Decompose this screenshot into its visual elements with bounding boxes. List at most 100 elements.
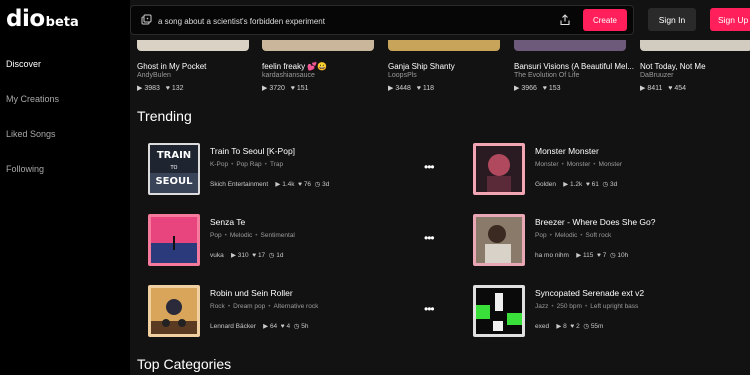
clock-icon: ◷ — [602, 181, 609, 188]
genre-tag[interactable]: Pop — [210, 232, 222, 239]
search-input[interactable] — [158, 13, 538, 29]
song-artist[interactable]: LoopsPls — [388, 72, 417, 79]
share-icon[interactable] — [559, 14, 571, 26]
tag-separator: • — [227, 303, 231, 310]
song-artwork[interactable] — [148, 285, 200, 337]
song-artwork[interactable] — [473, 214, 525, 266]
sign-up-button[interactable]: Sign Up — [710, 8, 750, 31]
sidebar-item-liked-songs[interactable]: Liked Songs — [6, 129, 56, 139]
more-dots-icon[interactable]: ••• — [424, 231, 435, 245]
genre-tag[interactable]: 250 bpm — [557, 303, 582, 310]
like-count: 153 — [548, 85, 561, 92]
genre-tag[interactable]: Monster — [567, 161, 590, 168]
song-artwork[interactable] — [148, 214, 200, 266]
sidebar: diobeta Discover My Creations Liked Song… — [0, 0, 130, 375]
play-icon: ▶ — [576, 252, 582, 259]
like-count: 7 — [602, 252, 607, 259]
song-title[interactable]: Senza Te — [210, 217, 245, 227]
song-artist[interactable]: The Evolution Of Life — [514, 72, 579, 79]
like-count: 118 — [422, 85, 435, 92]
song-title[interactable]: feelin freaky 💕😀 — [262, 62, 327, 71]
more-dots-icon[interactable]: ••• — [424, 302, 435, 316]
song-artist[interactable]: exed — [535, 323, 549, 330]
sidebar-item-my-creations[interactable]: My Creations — [6, 94, 59, 104]
song-age: 55m — [590, 323, 604, 330]
genre-tags: Pop • Melodic • Soft rock — [535, 232, 611, 239]
create-button[interactable]: Create — [583, 9, 627, 31]
song-age: 5h — [301, 323, 309, 330]
genre-tags: Monster • Monster • Monster — [535, 161, 622, 168]
genre-tag[interactable]: Melodic — [555, 232, 577, 239]
song-title[interactable]: Breezer - Where Does She Go? — [535, 217, 655, 227]
genre-tag[interactable]: Melodic — [230, 232, 252, 239]
sidebar-footer — [0, 360, 130, 375]
clock-icon: ◷ — [609, 252, 616, 259]
sidebar-item-following[interactable]: Following — [6, 164, 44, 174]
tag-separator: • — [264, 161, 267, 168]
tag-separator: • — [224, 232, 227, 239]
genre-tag[interactable]: Sentimental — [261, 232, 295, 239]
song-artwork[interactable] — [473, 143, 525, 195]
genre-tag[interactable]: Jazz — [535, 303, 548, 310]
trending-heading: Trending — [137, 108, 192, 124]
song-title[interactable]: Ganja Ship Shanty — [388, 62, 455, 71]
song-artist[interactable]: ha mo nihm — [535, 252, 569, 259]
genre-tag[interactable]: Pop — [535, 232, 547, 239]
song-title[interactable]: Monster Monster — [535, 146, 599, 156]
tag-separator: • — [551, 303, 554, 310]
play-icon: ▶ — [262, 85, 268, 92]
song-meta: Lennard Bäcker ▶ 64 ♥ 4 ◷ 5h — [210, 322, 308, 330]
genre-tag[interactable]: Monster — [599, 161, 622, 168]
heart-icon: ♥ — [416, 85, 421, 92]
play-count: 1.4k — [282, 181, 295, 188]
song-artist[interactable]: Lennard Bäcker — [210, 323, 256, 330]
genre-tag[interactable]: Dream pop — [233, 303, 265, 310]
genre-tag[interactable]: Soft rock — [586, 232, 612, 239]
song-artwork[interactable]: TRAIN TO SEOUL — [148, 143, 200, 195]
more-dots-icon[interactable]: ••• — [424, 160, 435, 174]
song-age: 3d — [322, 181, 330, 188]
song-title[interactable]: Syncopated Serenade ext v2 — [535, 288, 644, 298]
play-count: 8 — [563, 323, 567, 330]
heart-icon: ♥ — [290, 85, 295, 92]
play-icon: ▶ — [640, 85, 646, 92]
song-artwork[interactable] — [473, 285, 525, 337]
clock-icon: ◷ — [268, 252, 275, 259]
art-text-3: SEOUL — [155, 176, 193, 187]
genre-tag[interactable]: K-Pop — [210, 161, 228, 168]
heart-icon: ♥ — [165, 85, 170, 92]
play-icon: ▶ — [230, 252, 236, 259]
song-artist[interactable]: kardashiansauce — [262, 72, 315, 79]
sign-in-button[interactable]: Sign In — [648, 8, 696, 31]
dice-icon[interactable] — [140, 14, 152, 26]
logo-text: dio — [6, 6, 45, 32]
tag-separator: • — [593, 161, 596, 168]
song-artist[interactable]: Golden — [535, 181, 556, 188]
song-title[interactable]: Not Today, Not Me — [640, 62, 706, 71]
genre-tag[interactable]: Alternative rock — [274, 303, 319, 310]
song-title[interactable]: Ghost in My Pocket — [137, 62, 206, 71]
song-age: 1d — [276, 252, 284, 259]
song-artist[interactable]: AndyBulen — [137, 72, 171, 79]
genre-tag[interactable]: Trap — [270, 161, 283, 168]
song-title[interactable]: Bansuri Visions (A Beautiful Mel... — [514, 62, 634, 71]
tag-separator: • — [549, 232, 552, 239]
song-meta: Skich Entertainment ▶ 1.4k ♥ 76 ◷ 3d — [210, 180, 329, 188]
genre-tag[interactable]: Rock — [210, 303, 225, 310]
song-title[interactable]: Train To Seoul [K-Pop] — [210, 146, 295, 156]
genre-tag[interactable]: Pop Rap — [236, 161, 261, 168]
clock-icon: ◷ — [293, 323, 300, 330]
song-meta: vuka ▶ 310 ♥ 17 ◷ 1d — [210, 251, 284, 259]
tag-separator: • — [580, 232, 583, 239]
song-artist[interactable]: Skich Entertainment — [210, 181, 268, 188]
genre-tag[interactable]: Monster — [535, 161, 558, 168]
song-title[interactable]: Robin und Sein Roller — [210, 288, 293, 298]
play-count: 1.2k — [570, 181, 583, 188]
like-count: 132 — [171, 85, 184, 92]
genre-tag[interactable]: Left upright bass — [590, 303, 638, 310]
sidebar-item-discover[interactable]: Discover — [6, 59, 41, 69]
song-artist[interactable]: DaBruuzer — [640, 72, 673, 79]
logo[interactable]: diobeta — [6, 6, 79, 32]
play-icon: ▶ — [275, 181, 281, 188]
song-artist[interactable]: vuka — [210, 252, 224, 259]
